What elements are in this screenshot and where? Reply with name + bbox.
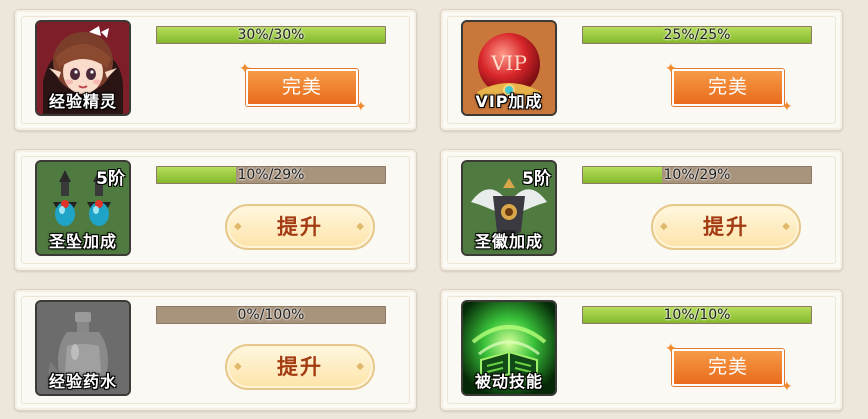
bonus-card-holy-emblem: 5阶 圣徽加成 10%/29% 提升 [440, 149, 843, 271]
perfect-button[interactable]: 完美 [672, 349, 784, 386]
progress-bar: 0%/100% [156, 306, 386, 324]
bonus-name: 被动技能 [474, 372, 543, 391]
progress-text: 0%/100% [237, 307, 305, 323]
progress-bar: 25%/25% [582, 26, 812, 44]
sparkle-icon: ✦ [665, 61, 677, 77]
pendant-earrings-icon: 5阶 圣坠加成 [35, 160, 131, 256]
winged-emblem-icon: 5阶 圣徽加成 [461, 160, 557, 256]
sparkle-icon: ✦ [781, 99, 793, 115]
bonus-card-vip: VIP VIP加成 25%/25% 完美 ✦ ✦ [440, 9, 843, 131]
sparkle-icon: ✦ [355, 99, 367, 115]
progress-text: 10%/10% [663, 307, 731, 323]
green-book-skill-icon: 被动技能 [461, 300, 557, 396]
sparkle-icon: ✦ [239, 61, 251, 77]
bonus-card-holy-pendant: 5阶 圣坠加成 10%/29% 提升 [14, 149, 417, 271]
progress-text: 25%/25% [663, 27, 731, 43]
bonus-name: VIP加成 [475, 92, 543, 111]
bonus-name: 圣坠加成 [48, 232, 117, 251]
perfect-button[interactable]: 完美 [672, 69, 784, 106]
bonus-name: 经验精灵 [48, 92, 117, 111]
tier-badge: 5阶 [96, 169, 125, 189]
sparkle-icon: ✦ [665, 341, 677, 357]
bonus-card-exp-sprite: 经验精灵 30%/30% 完美 ✦ ✦ [14, 9, 417, 131]
elf-girl-icon: 经验精灵 [35, 20, 131, 116]
bonus-name: 经验药水 [48, 372, 117, 391]
vip-orb-text: VIP [490, 51, 527, 75]
progress-text: 10%/29% [663, 167, 731, 183]
potion-bottle-icon: 经验药水 [35, 300, 131, 396]
bonus-card-exp-potion: 经验药水 0%/100% 提升 [14, 289, 417, 411]
sparkle-icon: ✦ [781, 379, 793, 395]
vip-orb-icon: VIP VIP加成 [461, 20, 557, 116]
perfect-button[interactable]: 完美 [246, 69, 358, 106]
progress-text: 10%/29% [237, 167, 305, 183]
progress-bar: 30%/30% [156, 26, 386, 44]
progress-bar: 10%/29% [156, 166, 386, 184]
upgrade-button[interactable]: 提升 [225, 344, 375, 390]
upgrade-button[interactable]: 提升 [651, 204, 801, 250]
tier-badge: 5阶 [522, 169, 551, 189]
progress-text: 30%/30% [237, 27, 305, 43]
upgrade-button[interactable]: 提升 [225, 204, 375, 250]
progress-bar: 10%/29% [582, 166, 812, 184]
progress-bar: 10%/10% [582, 306, 812, 324]
bonus-name: 圣徽加成 [474, 232, 543, 251]
bonus-card-passive-skill: 被动技能 10%/10% 完美 ✦ ✦ [440, 289, 843, 411]
